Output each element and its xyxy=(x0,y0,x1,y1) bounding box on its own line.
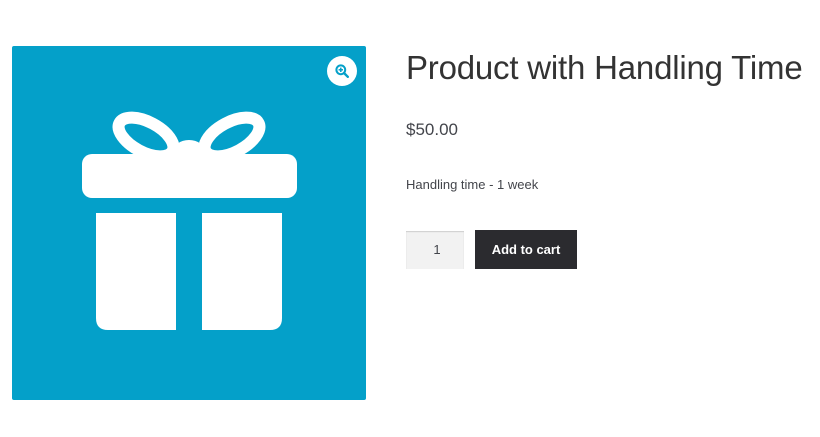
product-page: Product with Handling Time $50.00 Handli… xyxy=(0,0,820,437)
image-background xyxy=(12,46,366,400)
product-price: $50.00 xyxy=(406,120,458,139)
zoom-button[interactable] xyxy=(327,56,357,86)
quantity-input[interactable] xyxy=(406,230,464,269)
product-image[interactable] xyxy=(12,46,366,400)
product-summary: Product with Handling Time $50.00 Handli… xyxy=(406,44,806,269)
product-title: Product with Handling Time xyxy=(406,49,803,86)
add-to-cart-button[interactable]: Add to cart xyxy=(475,230,577,269)
handling-time-text: Handling time - 1 week xyxy=(406,177,539,192)
gift-icon xyxy=(12,46,366,400)
add-to-cart-form: Add to cart xyxy=(406,230,577,269)
zoom-in-icon xyxy=(335,64,349,78)
